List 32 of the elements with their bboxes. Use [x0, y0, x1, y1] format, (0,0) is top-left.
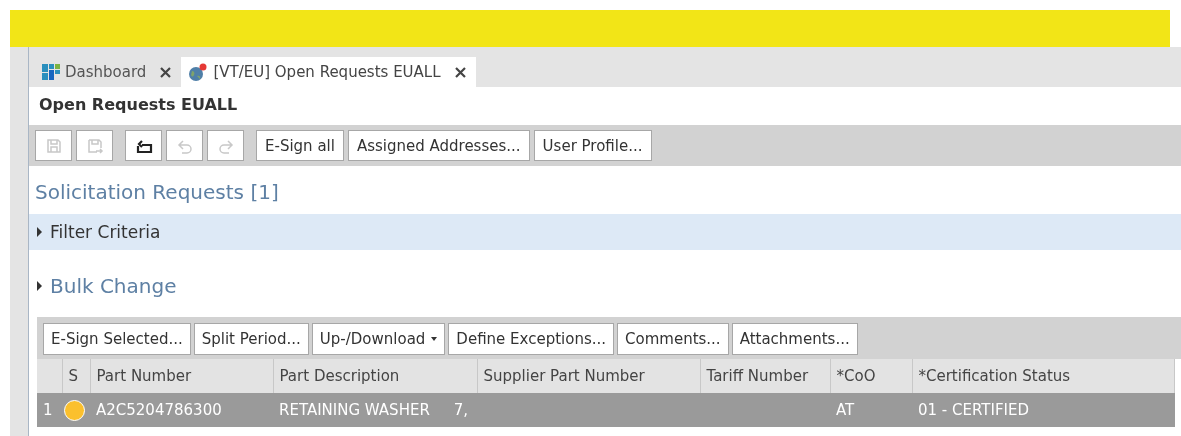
expander-icon[interactable] — [37, 281, 42, 291]
grid-button[interactable]: Comments... — [617, 323, 729, 355]
grid-button[interactable]: Attachments... — [731, 323, 858, 355]
toolbar-button[interactable]: User Profile... — [533, 130, 652, 161]
toolbar-button[interactable]: Assigned Addresses... — [347, 130, 530, 161]
save-next-icon — [85, 136, 104, 155]
filter-criteria-panel[interactable]: Filter Criteria — [29, 214, 1181, 250]
grid-button[interactable]: E-Sign Selected... — [43, 323, 191, 355]
tab[interactable]: [VT/EU] Open Requests EUALL — [181, 57, 476, 87]
table-cell: AT — [836, 401, 855, 419]
close-icon[interactable] — [454, 66, 466, 78]
section-title: Solicitation Requests [1] — [34, 179, 280, 206]
row-number: 1 — [43, 401, 53, 419]
bulk-change-toggle[interactable]: Bulk Change — [50, 274, 177, 298]
grid-button[interactable]: Define Exceptions... — [448, 323, 615, 355]
tab-label: Dashboard — [65, 63, 147, 81]
table-cell: A2C5204786300 — [96, 401, 222, 419]
table-cell: RETAINING WASHER 7, — [279, 401, 468, 419]
caret-icon — [431, 337, 438, 341]
reset-button[interactable] — [125, 130, 162, 161]
toolbar-button[interactable]: E-Sign all — [256, 130, 344, 161]
dropdown-button[interactable]: Up-/Download — [311, 323, 446, 355]
grid-button[interactable]: Split Period... — [193, 323, 309, 355]
dashboard-icon — [41, 62, 61, 82]
tab-label: [VT/EU] Open Requests EUALL — [213, 63, 441, 81]
close-icon[interactable] — [160, 66, 172, 78]
expander-icon[interactable] — [37, 227, 42, 237]
save-icon — [44, 136, 63, 155]
tab[interactable]: Dashboard — [35, 57, 182, 87]
filter-label[interactable]: Filter Criteria — [50, 222, 161, 242]
page-title: Open Requests EUALL — [38, 94, 239, 116]
table-cell: 01 - CERTIFIED — [918, 401, 1029, 419]
